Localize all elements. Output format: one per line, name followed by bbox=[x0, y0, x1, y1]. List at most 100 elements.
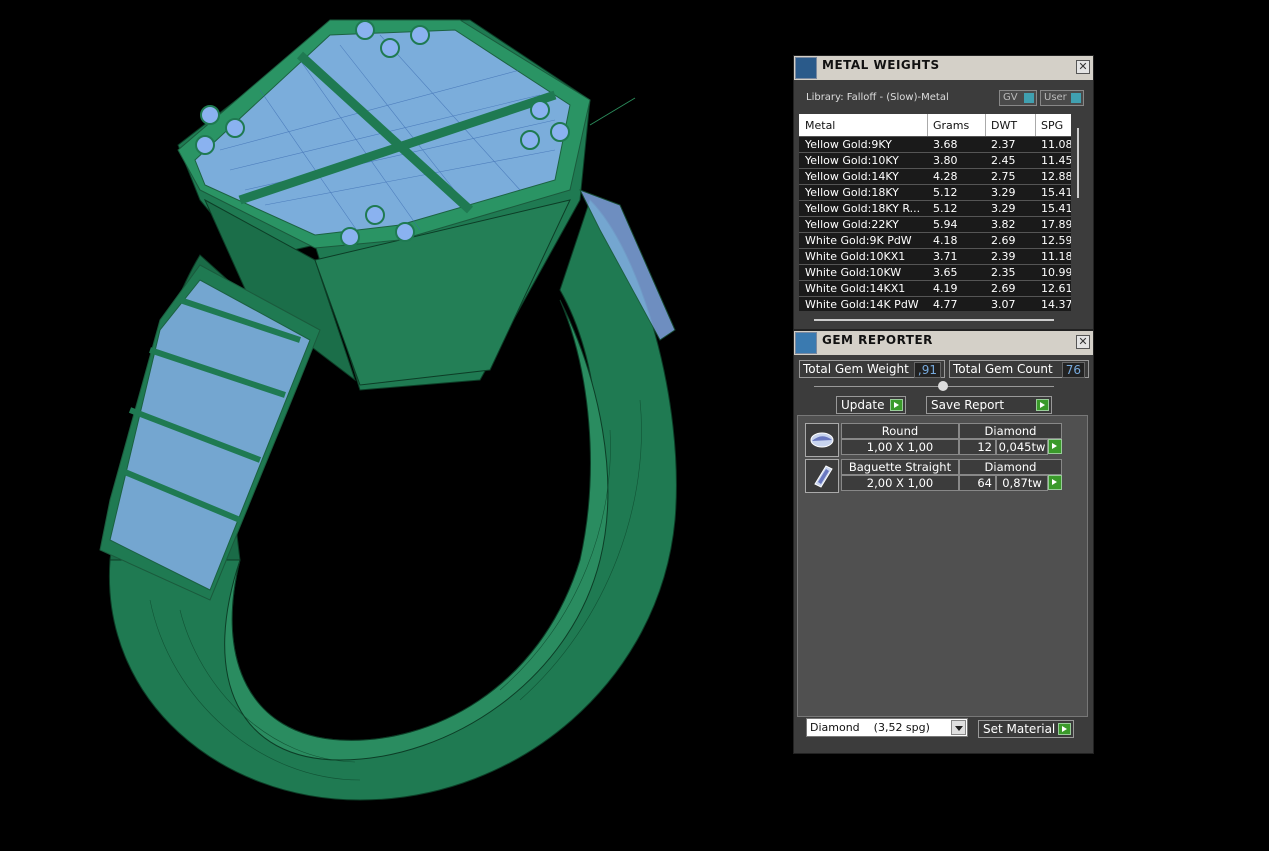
metal-name-cell: Yellow Gold:10KY bbox=[805, 154, 899, 167]
spg-cell: 12.59 bbox=[1041, 234, 1071, 247]
metal-name-cell: White Gold:14KX1 bbox=[805, 282, 906, 295]
col-header-spg[interactable]: SPG bbox=[1041, 119, 1063, 132]
grams-cell: 4.19 bbox=[933, 282, 958, 295]
metal-name-cell: White Gold:9K PdW bbox=[805, 234, 912, 247]
grams-cell: 3.68 bbox=[933, 138, 958, 151]
save-report-button-label: Save Report bbox=[931, 398, 1005, 412]
close-icon[interactable]: ✕ bbox=[1076, 335, 1090, 349]
total-gem-count-value[interactable]: 76 bbox=[1061, 362, 1085, 378]
play-arrow-icon bbox=[890, 399, 903, 411]
metal-weights-icon bbox=[795, 57, 817, 79]
gem-size: 1,00 X 1,00 bbox=[841, 439, 959, 455]
panel-divider-slider[interactable] bbox=[814, 386, 1054, 387]
grams-cell: 5.12 bbox=[933, 202, 958, 215]
gem-list[interactable]: Round Diamond 1,00 X 1,00 12 0,045tw Bag… bbox=[797, 415, 1088, 717]
material-select[interactable]: Diamond (3,52 spg) bbox=[806, 718, 968, 737]
total-gem-count-label: Total Gem Count bbox=[953, 362, 1053, 376]
user-toggle[interactable]: User bbox=[1040, 90, 1084, 106]
dwt-cell: 2.37 bbox=[991, 138, 1016, 151]
metal-table-vscrollbar[interactable] bbox=[1077, 128, 1079, 198]
gem-reporter-title: GEM REPORTER bbox=[822, 333, 933, 347]
col-header-metal[interactable]: Metal bbox=[805, 119, 835, 132]
dwt-cell: 2.35 bbox=[991, 266, 1016, 279]
grams-cell: 3.80 bbox=[933, 154, 958, 167]
grams-cell: 4.77 bbox=[933, 298, 958, 311]
metal-table-row[interactable]: Yellow Gold:18KY R... 5.12 3.29 15.41 bbox=[799, 200, 1071, 215]
total-gem-weight-label: Total Gem Weight bbox=[803, 362, 909, 376]
3d-viewport[interactable] bbox=[0, 0, 790, 847]
update-button-label: Update bbox=[841, 398, 885, 412]
save-report-button[interactable]: Save Report bbox=[926, 396, 1052, 414]
dwt-cell: 2.69 bbox=[991, 282, 1016, 295]
spg-cell: 11.18 bbox=[1041, 250, 1071, 263]
metal-table-row[interactable]: Yellow Gold:22KY 5.94 3.82 17.89 bbox=[799, 216, 1071, 231]
gem-row-baguette[interactable]: Baguette Straight Diamond 2,00 X 1,00 64… bbox=[805, 459, 1062, 493]
grams-cell: 5.94 bbox=[933, 218, 958, 231]
gem-count: 12 bbox=[959, 439, 996, 455]
metal-table-row[interactable]: Yellow Gold:14KY 4.28 2.75 12.88 bbox=[799, 168, 1071, 183]
metal-table-row[interactable]: White Gold:14KX1 4.19 2.69 12.61 bbox=[799, 280, 1071, 295]
gem-row-round[interactable]: Round Diamond 1,00 X 1,00 12 0,045tw bbox=[805, 423, 1062, 457]
gv-toggle[interactable]: GV bbox=[999, 90, 1037, 106]
metal-table-row[interactable]: Yellow Gold:18KY 5.12 3.29 15.41 bbox=[799, 184, 1071, 199]
metal-weights-panel: METAL WEIGHTS ✕ Library: Falloff - (Slow… bbox=[793, 55, 1094, 330]
gem-material: Diamond bbox=[959, 459, 1062, 475]
spg-cell: 12.61 bbox=[1041, 282, 1071, 295]
spg-cell: 17.89 bbox=[1041, 218, 1071, 231]
play-arrow-icon bbox=[1058, 723, 1071, 735]
set-material-button[interactable]: Set Material bbox=[978, 720, 1074, 738]
metal-name-cell: Yellow Gold:18KY bbox=[805, 186, 899, 199]
col-header-grams[interactable]: Grams bbox=[933, 119, 969, 132]
dwt-cell: 2.39 bbox=[991, 250, 1016, 263]
gem-reporter-titlebar[interactable]: GEM REPORTER ✕ bbox=[794, 331, 1093, 355]
round-gem-icon bbox=[805, 423, 839, 457]
col-header-dwt[interactable]: DWT bbox=[991, 119, 1017, 132]
gem-size: 2,00 X 1,00 bbox=[841, 475, 959, 491]
baguette-gem-icon bbox=[805, 459, 839, 493]
metal-table[interactable]: Metal Grams DWT SPG Yellow Gold:9KY 3.68 2… bbox=[799, 114, 1071, 311]
gem-reporter-panel: GEM REPORTER ✕ Total Gem Weight ,91 Tota… bbox=[793, 330, 1094, 754]
metal-table-row[interactable]: White Gold:9K PdW 4.18 2.69 12.59 bbox=[799, 232, 1071, 247]
metal-name-cell: White Gold:10KW bbox=[805, 266, 902, 279]
spg-cell: 15.41 bbox=[1041, 202, 1071, 215]
metal-name-cell: Yellow Gold:18KY R... bbox=[805, 202, 921, 215]
gem-material: Diamond bbox=[959, 423, 1062, 439]
grams-cell: 5.12 bbox=[933, 186, 958, 199]
metal-table-hscrollbar[interactable] bbox=[814, 319, 1054, 321]
metal-name-cell: White Gold:14K PdW bbox=[805, 298, 919, 311]
gem-select-arrow-icon[interactable] bbox=[1048, 475, 1062, 490]
spg-cell: 11.08 bbox=[1041, 138, 1071, 151]
dwt-cell: 3.82 bbox=[991, 218, 1016, 231]
metal-weights-titlebar[interactable]: METAL WEIGHTS ✕ bbox=[794, 56, 1093, 80]
collapse-handle-icon[interactable] bbox=[938, 381, 948, 391]
grams-cell: 4.18 bbox=[933, 234, 958, 247]
metal-table-row[interactable]: Yellow Gold:9KY 3.68 2.37 11.08 bbox=[799, 136, 1071, 151]
spg-cell: 12.88 bbox=[1041, 170, 1071, 183]
metal-table-row[interactable]: White Gold:10KX1 3.71 2.39 11.18 bbox=[799, 248, 1071, 263]
metal-table-row[interactable]: Yellow Gold:10KY 3.80 2.45 11.45 bbox=[799, 152, 1071, 167]
library-label: Library: Falloff - (Slow)-Metal bbox=[806, 92, 949, 103]
metal-table-row[interactable]: White Gold:10KW 3.65 2.35 10.99 bbox=[799, 264, 1071, 279]
metal-name-cell: Yellow Gold:22KY bbox=[805, 218, 899, 231]
metal-name-cell: Yellow Gold:9KY bbox=[805, 138, 892, 151]
metal-table-row[interactable]: White Gold:14K PdW 4.77 3.07 14.37 bbox=[799, 296, 1071, 311]
metal-name-cell: Yellow Gold:14KY bbox=[805, 170, 899, 183]
total-gem-weight-field: Total Gem Weight ,91 bbox=[799, 360, 945, 378]
dwt-cell: 2.75 bbox=[991, 170, 1016, 183]
gem-shape: Round bbox=[841, 423, 959, 439]
gem-weight: 0,87tw bbox=[996, 475, 1048, 491]
grams-cell: 3.65 bbox=[933, 266, 958, 279]
dwt-cell: 3.29 bbox=[991, 186, 1016, 199]
gem-select-arrow-icon[interactable] bbox=[1048, 439, 1062, 454]
grams-cell: 3.71 bbox=[933, 250, 958, 263]
dwt-cell: 3.29 bbox=[991, 202, 1016, 215]
close-icon[interactable]: ✕ bbox=[1076, 60, 1090, 74]
gv-toggle-label: GV bbox=[1003, 92, 1018, 103]
total-gem-weight-value[interactable]: ,91 bbox=[913, 362, 941, 378]
material-select-value: Diamond (3,52 spg) bbox=[810, 721, 930, 734]
chevron-down-icon[interactable] bbox=[951, 720, 966, 735]
metal-name-cell: White Gold:10KX1 bbox=[805, 250, 906, 263]
gem-reporter-icon bbox=[795, 332, 817, 354]
total-gem-count-field: Total Gem Count 76 bbox=[949, 360, 1089, 378]
update-button[interactable]: Update bbox=[836, 396, 906, 414]
